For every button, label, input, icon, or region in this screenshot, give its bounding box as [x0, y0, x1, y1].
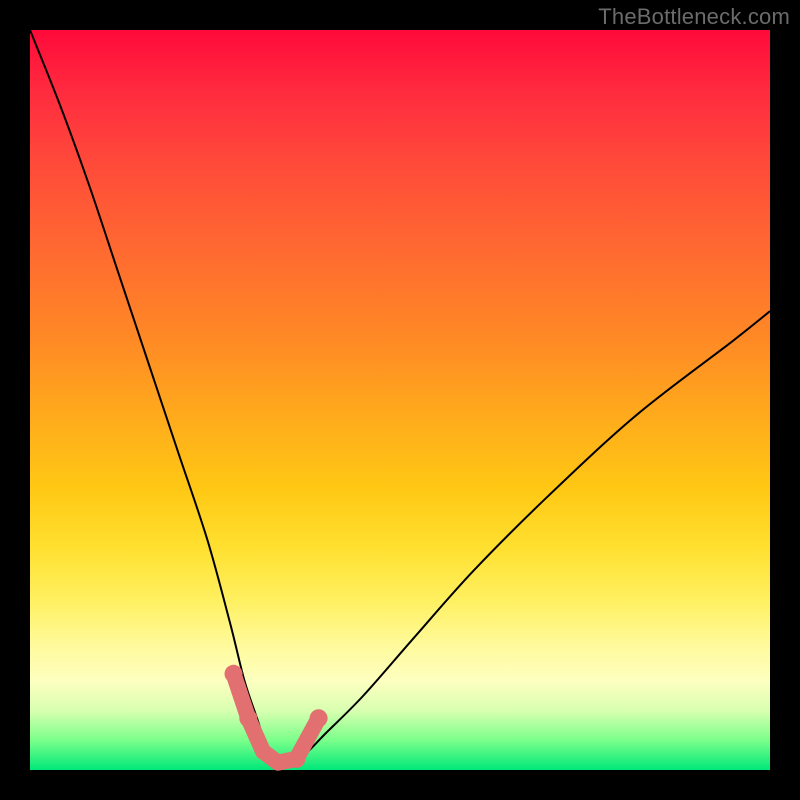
highlight-dot — [225, 665, 243, 683]
plot-area — [30, 30, 770, 770]
chart-frame: TheBottleneck.com — [0, 0, 800, 800]
chart-svg — [30, 30, 770, 770]
bottleneck-curve — [30, 30, 770, 764]
highlight-markers — [225, 665, 328, 768]
highlight-dot — [287, 750, 305, 768]
highlight-dot — [239, 709, 257, 727]
highlight-dot — [310, 709, 328, 727]
watermark-text: TheBottleneck.com — [598, 4, 790, 30]
